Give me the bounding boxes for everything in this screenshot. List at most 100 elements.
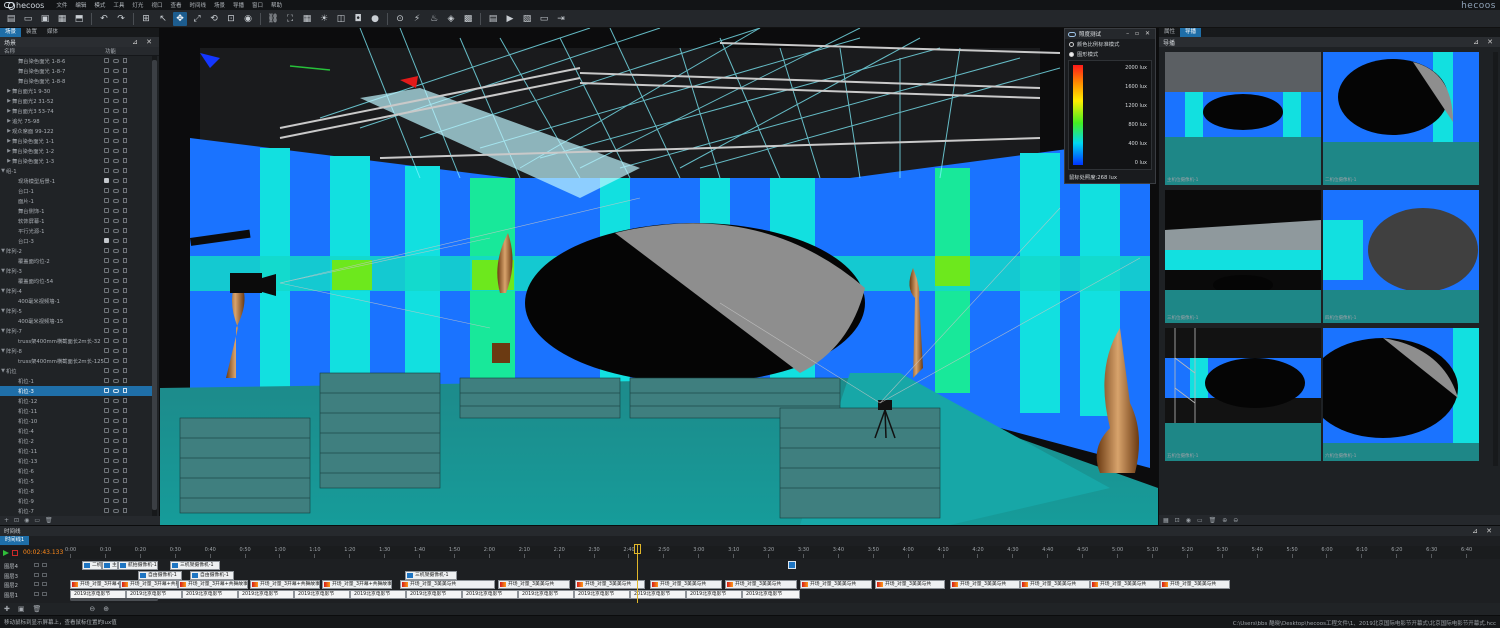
mode-option-1[interactable]: 颜色比例标准模式 [1065,39,1155,49]
delete-track-icon[interactable]: 🗑 [33,605,42,613]
light-icon[interactable]: ☀ [317,12,331,26]
timeline-clip[interactable]: 航拍摄像机-1 [118,561,158,570]
timeline-clip[interactable]: 2019北京电影节 [686,589,742,599]
timeline-clip[interactable]: 2019北京电影节 [574,589,630,599]
doc-icon[interactable] [123,428,127,433]
tree-row[interactable]: 软饰屏幕-1 [0,216,152,226]
track-lock-icon[interactable] [34,591,39,596]
lock-icon[interactable] [104,458,109,463]
tab-1[interactable]: 导播 [1180,28,1202,37]
eye-icon[interactable]: ◉ [241,12,255,26]
tree-row[interactable]: 台口-1 [0,186,152,196]
lock-icon[interactable]: ⊡ [1175,517,1180,524]
doc-icon[interactable] [123,298,127,303]
lock-icon[interactable] [104,398,109,403]
thumbnail-scrollbar[interactable] [1493,52,1498,466]
tree-row[interactable]: truss架400mm横截面长2m长-125 [0,356,152,366]
lock-icon[interactable]: ⊡ [224,12,238,26]
tree-row[interactable]: 机位-13 [0,456,152,466]
render-icon[interactable]: ◈ [444,12,458,26]
panel-pin-close-icon[interactable]: ⊿ ✕ [132,38,155,46]
eye-icon[interactable] [113,338,119,343]
grid-view-icon[interactable]: ▦ [1163,517,1169,524]
tree-row[interactable]: ▼ 阵列-7 [0,326,152,336]
scene-tree-scrollbar[interactable] [152,56,157,516]
tree-row[interactable]: truss架400mm横截面长2m长-32 [0,336,152,346]
tree-row[interactable]: ▼ 阵列-4 [0,286,152,296]
lock-icon[interactable] [104,68,109,73]
doc-icon[interactable] [123,288,127,293]
tab-2[interactable]: 媒体 [42,28,63,37]
doc-icon[interactable] [123,88,127,93]
tree-row[interactable]: 平行光源-1 [0,226,152,236]
tree-row[interactable]: ▶ 舞台面光1 9-30 [0,86,152,96]
tree-row[interactable]: 400毫米视频墙-15 [0,316,152,326]
doc-icon[interactable] [123,118,127,123]
tree-row[interactable]: 台口-3 [0,236,152,246]
folder-icon[interactable]: ▭ [1197,517,1203,524]
playhead[interactable] [637,544,638,605]
eye-icon[interactable] [113,358,119,363]
lock-icon[interactable] [104,168,109,173]
lock-icon[interactable] [104,388,109,393]
tree-row[interactable]: 舞台染色面光 1-8-8 [0,76,152,86]
doc-icon[interactable] [123,438,127,443]
lock-icon[interactable] [104,428,109,433]
eye-icon[interactable] [113,378,119,383]
timeline-tab[interactable]: 时间线1 [0,536,30,545]
select-arrow-icon[interactable]: ↖ [156,12,170,26]
lock-icon[interactable] [104,438,109,443]
grid-icon[interactable]: ▦ [300,12,314,26]
camera-thumbnail[interactable]: 主机位摄像机-1 [1165,52,1321,185]
doc-icon[interactable] [123,68,127,73]
eye-icon[interactable] [113,488,119,493]
lock-icon[interactable] [104,88,109,93]
lock-icon[interactable] [104,108,109,113]
window-controls-icon[interactable]: – ▫ ✕ [1126,30,1152,37]
zoom-out-icon[interactable]: ⊖ [89,605,95,613]
eye-icon[interactable] [113,188,119,193]
radio-icon[interactable] [1069,51,1074,57]
doc-icon[interactable] [123,278,127,283]
lock-icon[interactable] [104,158,109,163]
eye-icon[interactable] [113,318,119,323]
doc-icon[interactable] [123,378,127,383]
tree-row[interactable]: ▼ 机位 [0,366,152,376]
timeline-clip[interactable]: 2019北京电影节 [294,589,350,599]
menu-item[interactable]: 窗口 [248,1,267,9]
eye-icon[interactable] [113,468,119,473]
folder-icon[interactable]: ▭ [34,517,40,524]
doc-icon[interactable] [123,408,127,413]
undo-icon[interactable]: ↶ [97,12,111,26]
tree-row[interactable]: 覆盖面均位-54 [0,276,152,286]
doc-icon[interactable] [123,478,127,483]
lock-icon[interactable] [104,368,109,373]
timeline-clip[interactable]: 开场_对量_3美美与共 [1020,580,1090,589]
lock-icon[interactable] [104,308,109,313]
lock-icon[interactable] [104,238,109,243]
lock-icon[interactable] [104,258,109,263]
lock-icon[interactable] [104,138,109,143]
tree-row[interactable]: ▶ 舞台染色面光 1-3 [0,156,152,166]
zoom-out-icon[interactable]: ⊖ [1233,517,1238,524]
eye-icon[interactable] [113,228,119,233]
doc-icon[interactable] [123,258,127,263]
doc-icon[interactable] [123,388,127,393]
lock-icon[interactable] [104,478,109,483]
menu-item[interactable]: 查看 [166,1,185,9]
eye-icon[interactable] [113,278,119,283]
timeline-clip[interactable]: 开场_对量_3美美与共 [1090,580,1160,589]
matrix-icon[interactable]: ▩ [461,12,475,26]
stage-box-icon[interactable]: ⊞ [139,12,153,26]
eye-icon[interactable] [113,88,119,93]
timeline-clip[interactable]: 三机架摄像机-1 [405,570,457,580]
keyframe-marker[interactable] [788,561,796,569]
eye-icon[interactable] [113,368,119,373]
menu-item[interactable]: 帮助 [267,1,286,9]
menu-item[interactable]: 时间线 [185,1,210,9]
doc-icon[interactable] [123,138,127,143]
eye-icon[interactable] [113,148,119,153]
eye-icon[interactable] [113,178,119,183]
timeline-clip[interactable]: 开场_对量_3美美与共 [575,580,645,589]
timeline-clip[interactable]: 二机 [82,561,102,570]
